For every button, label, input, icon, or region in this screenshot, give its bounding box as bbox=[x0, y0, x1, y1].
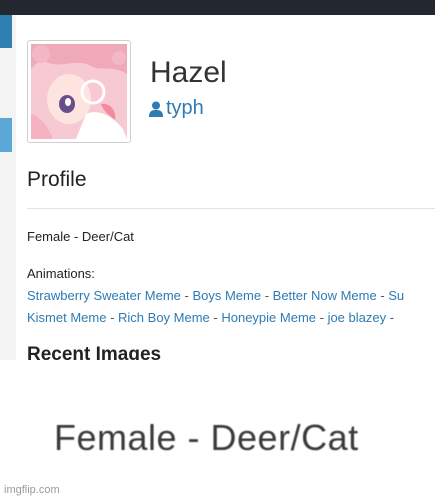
link-separator: - bbox=[386, 310, 395, 325]
sidebar-accent-mid[interactable] bbox=[0, 118, 12, 152]
animation-link[interactable]: Rich Boy Meme bbox=[118, 310, 210, 325]
left-sidebar-strip bbox=[0, 15, 16, 360]
profile-display-name: Hazel bbox=[150, 56, 227, 89]
animations-links-line-1: Strawberry Sweater Meme - Boys Meme - Be… bbox=[27, 288, 404, 303]
animation-link[interactable]: joe blazey bbox=[328, 310, 387, 325]
link-separator: - bbox=[316, 310, 328, 325]
avatar[interactable] bbox=[27, 40, 131, 143]
animation-link[interactable]: Su bbox=[388, 288, 404, 303]
link-separator: - bbox=[209, 310, 222, 325]
link-separator: - bbox=[180, 288, 193, 303]
profile-bio: Female - Deer/Cat bbox=[27, 229, 134, 244]
avatar-image bbox=[31, 44, 127, 139]
zoomed-bio-text: Female - Deer/Cat bbox=[54, 417, 359, 458]
animation-link[interactable]: Honeypie Meme bbox=[221, 310, 316, 325]
animation-link[interactable]: Strawberry Sweater Meme bbox=[27, 288, 181, 303]
zoomed-caption-panel: Female - Deer/Cat imgflip.com bbox=[0, 360, 435, 500]
profile-section-heading: Profile bbox=[27, 168, 87, 191]
animation-link[interactable]: Boys Meme bbox=[192, 288, 261, 303]
link-separator: - bbox=[376, 288, 389, 303]
animation-link[interactable]: Kismet Meme bbox=[27, 310, 106, 325]
recent-images-heading: Recent Images bbox=[27, 344, 162, 360]
animations-links-line-2: Kismet Meme - Rich Boy Meme - Honeypie M… bbox=[27, 310, 394, 325]
user-icon bbox=[149, 101, 163, 117]
sidebar-accent-top[interactable] bbox=[0, 15, 12, 48]
top-nav-bar bbox=[0, 0, 435, 15]
imgflip-watermark: imgflip.com bbox=[4, 484, 60, 496]
link-separator: - bbox=[106, 310, 119, 325]
username-label[interactable]: typh bbox=[166, 97, 204, 120]
animations-label: Animations: bbox=[27, 266, 95, 281]
link-separator: - bbox=[261, 288, 273, 303]
divider bbox=[27, 208, 435, 209]
animation-link[interactable]: Better Now Meme bbox=[273, 288, 377, 303]
profile-username-link[interactable]: typh bbox=[149, 97, 204, 120]
